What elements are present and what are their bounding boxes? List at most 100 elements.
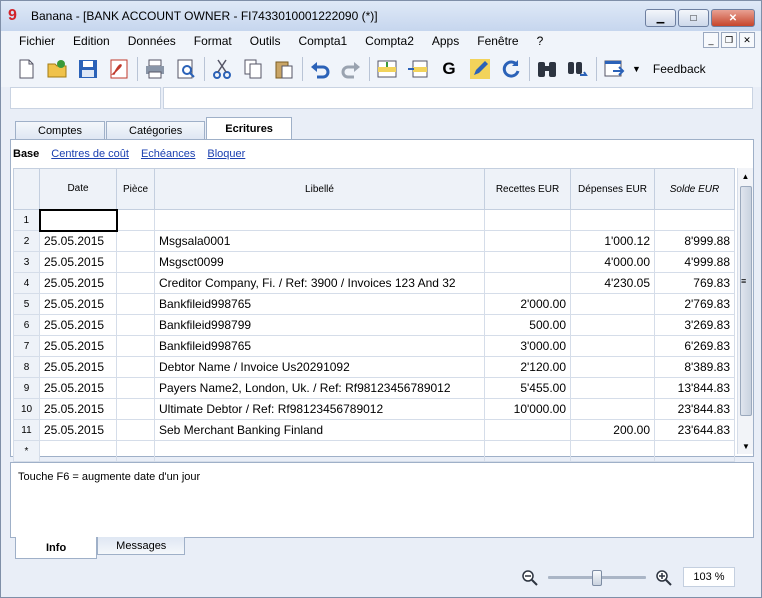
- cell-libelle[interactable]: Ultimate Debtor / Ref: Rf98123456789012: [154, 398, 485, 420]
- zoom-in-icon[interactable]: [655, 569, 673, 587]
- cell-depenses[interactable]: 4'230.05: [570, 272, 655, 294]
- table-row[interactable]: 3 25.05.2015 Msgsct0099 4'000.00 4'999.88: [13, 251, 735, 273]
- cell-libelle[interactable]: Bankfileid998765: [154, 335, 485, 357]
- view-base[interactable]: Base: [13, 148, 39, 160]
- table-row[interactable]: 10 25.05.2015 Ultimate Debtor / Ref: Rf981…: [13, 398, 735, 420]
- zoom-slider-handle[interactable]: [592, 570, 602, 586]
- cell-libelle[interactable]: Msgsct0099: [154, 251, 485, 273]
- delete-row-button[interactable]: [405, 56, 431, 82]
- row-number[interactable]: 8: [13, 356, 40, 378]
- cell-piece[interactable]: [116, 272, 155, 294]
- scrollbar-thumb[interactable]: [740, 186, 752, 416]
- cell-solde[interactable]: [654, 440, 735, 462]
- tab-comptes[interactable]: Comptes: [15, 121, 106, 139]
- column-header-recettes[interactable]: Recettes EUR: [484, 168, 571, 210]
- export-button[interactable]: [601, 56, 627, 82]
- column-header-solde[interactable]: Solde EUR: [654, 168, 735, 210]
- row-number[interactable]: 10: [13, 398, 40, 420]
- redo-button[interactable]: [338, 56, 364, 82]
- row-number[interactable]: 1: [13, 209, 40, 231]
- row-number[interactable]: 7: [13, 335, 40, 357]
- table-row[interactable]: *: [13, 440, 735, 462]
- cell-libelle[interactable]: Bankfileid998765: [154, 293, 485, 315]
- menu-apps[interactable]: Apps: [423, 34, 468, 48]
- table-row[interactable]: 8 25.05.2015 Debtor Name / Invoice Us20291…: [13, 356, 735, 378]
- cell-libelle[interactable]: Payers Name2, London, Uk. / Ref: Rf98123…: [154, 377, 485, 399]
- cell-libelle[interactable]: [154, 440, 485, 462]
- column-header-libelle[interactable]: Libellé: [154, 168, 485, 210]
- cell-depenses[interactable]: [570, 293, 655, 315]
- table-row[interactable]: 7 25.05.2015 Bankfileid998765 3'000.00 6'269…: [13, 335, 735, 357]
- cell-depenses[interactable]: [570, 356, 655, 378]
- cell-recettes[interactable]: [484, 440, 571, 462]
- cell-date[interactable]: 25.05.2015: [39, 314, 117, 336]
- minimize-button[interactable]: ▁: [645, 9, 676, 27]
- mdi-restore-button[interactable]: ❐: [721, 32, 737, 48]
- cell-piece[interactable]: [116, 440, 155, 462]
- row-number[interactable]: 6: [13, 314, 40, 336]
- cell-date[interactable]: 25.05.2015: [39, 251, 117, 273]
- cell-depenses[interactable]: [570, 398, 655, 420]
- cell-depenses[interactable]: 1'000.12: [570, 230, 655, 252]
- view-echeances[interactable]: Echéances: [141, 148, 195, 160]
- cell-date[interactable]: 25.05.2015: [39, 272, 117, 294]
- cell-solde[interactable]: 769.83: [654, 272, 735, 294]
- cell-date[interactable]: [38, 208, 118, 232]
- column-header-piece[interactable]: Pièce: [116, 168, 155, 210]
- cell-solde[interactable]: 8'389.83: [654, 356, 735, 378]
- cell-reference-field[interactable]: [10, 87, 161, 109]
- cell-depenses[interactable]: 200.00: [570, 419, 655, 441]
- find-button[interactable]: [534, 56, 560, 82]
- chevron-down-icon[interactable]: ▼: [632, 64, 641, 74]
- cell-content-field[interactable]: [163, 87, 753, 109]
- cell-piece[interactable]: [116, 209, 155, 231]
- go-to-button[interactable]: G: [436, 56, 462, 82]
- tab-messages[interactable]: Messages: [97, 537, 186, 555]
- tab-ecritures[interactable]: Ecritures: [206, 117, 292, 139]
- edit-button[interactable]: [467, 56, 493, 82]
- cell-recettes[interactable]: 2'000.00: [484, 293, 571, 315]
- table-row[interactable]: 1: [13, 208, 735, 232]
- cell-libelle[interactable]: Debtor Name / Invoice Us20291092: [154, 356, 485, 378]
- tab-categories[interactable]: Catégories: [106, 121, 206, 139]
- menu-compta1[interactable]: Compta1: [289, 34, 356, 48]
- pdf-button[interactable]: [106, 56, 132, 82]
- cell-date[interactable]: 25.05.2015: [39, 293, 117, 315]
- feedback-button[interactable]: Feedback: [653, 62, 706, 76]
- new-file-button[interactable]: [13, 56, 39, 82]
- menu-compta2[interactable]: Compta2: [356, 34, 423, 48]
- menu-donnees[interactable]: Données: [119, 34, 185, 48]
- cell-date[interactable]: 25.05.2015: [39, 398, 117, 420]
- row-number[interactable]: 11: [13, 419, 40, 441]
- cell-piece[interactable]: [116, 293, 155, 315]
- cell-libelle[interactable]: Bankfileid998799: [154, 314, 485, 336]
- cell-date[interactable]: 25.05.2015: [39, 377, 117, 399]
- insert-row-button[interactable]: [374, 56, 400, 82]
- cell-depenses[interactable]: [570, 209, 655, 231]
- save-button[interactable]: [75, 56, 101, 82]
- cell-depenses[interactable]: [570, 377, 655, 399]
- cell-solde[interactable]: 23'844.83: [654, 398, 735, 420]
- row-number[interactable]: 5: [13, 293, 40, 315]
- mdi-minimize-button[interactable]: _: [703, 32, 719, 48]
- cell-libelle[interactable]: Seb Merchant Banking Finland: [154, 419, 485, 441]
- table-row[interactable]: 5 25.05.2015 Bankfileid998765 2'000.00 2'769…: [13, 293, 735, 315]
- cell-solde[interactable]: 8'999.88: [654, 230, 735, 252]
- row-number[interactable]: 4: [13, 272, 40, 294]
- table-row[interactable]: 9 25.05.2015 Payers Name2, London, Uk. / R…: [13, 377, 735, 399]
- menu-outils[interactable]: Outils: [241, 34, 290, 48]
- table-row[interactable]: 4 25.05.2015 Creditor Company, Fi. / Ref: …: [13, 272, 735, 294]
- cell-date[interactable]: 25.05.2015: [39, 335, 117, 357]
- cell-piece[interactable]: [116, 314, 155, 336]
- menu-edition[interactable]: Edition: [64, 34, 119, 48]
- cell-libelle[interactable]: Creditor Company, Fi. / Ref: 3900 / Invo…: [154, 272, 485, 294]
- menu-help[interactable]: ?: [528, 34, 553, 48]
- cell-solde[interactable]: 3'269.83: [654, 314, 735, 336]
- view-centres-de-cout[interactable]: Centres de coût: [51, 148, 129, 160]
- column-header-depenses[interactable]: Dépenses EUR: [570, 168, 655, 210]
- undo-button[interactable]: [307, 56, 333, 82]
- table-row[interactable]: 6 25.05.2015 Bankfileid998799 500.00 3'269.8…: [13, 314, 735, 336]
- close-button[interactable]: ✕: [711, 9, 755, 27]
- cell-date[interactable]: 25.05.2015: [39, 230, 117, 252]
- cell-date[interactable]: 25.05.2015: [39, 356, 117, 378]
